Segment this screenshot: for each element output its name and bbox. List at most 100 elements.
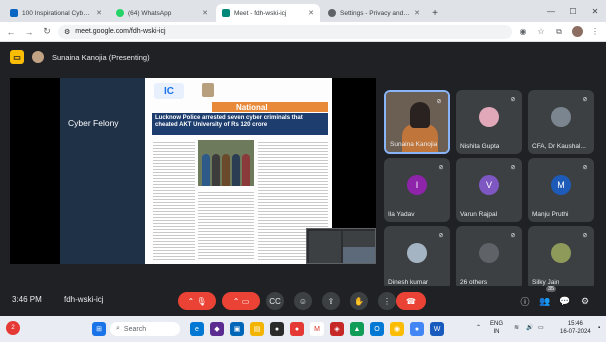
- self-view-overlay[interactable]: [306, 228, 376, 264]
- close-tab-icon[interactable]: ✕: [414, 9, 420, 17]
- app-icon[interactable]: ●: [410, 322, 424, 336]
- logo: IC: [154, 83, 184, 99]
- meeting-clock: 3:46 PM: [12, 295, 42, 304]
- minimize-icon[interactable]: —: [540, 0, 562, 22]
- raise-hand-icon: ✋: [354, 296, 364, 306]
- close-tab-icon[interactable]: ✕: [96, 9, 102, 17]
- chat-icon[interactable]: 💬: [558, 294, 572, 308]
- presenting-label: Sunaina Kanojia (Presenting): [52, 52, 150, 62]
- chevron-up-icon[interactable]: ⌃: [187, 297, 194, 306]
- browser-tab-2[interactable]: (64) WhatsApp ✕: [110, 4, 214, 22]
- close-tab-icon[interactable]: ✕: [308, 9, 314, 17]
- mic-off-icon: ⊘: [438, 164, 444, 171]
- chevron-up-icon[interactable]: ⌃: [233, 297, 240, 306]
- browser-tab-3[interactable]: Meet - fdh-wski-icj ✕: [216, 4, 320, 22]
- info-icon[interactable]: ⓘ: [518, 294, 532, 308]
- newspaper-clipping: IC National Lucknow Police arrested seve…: [150, 80, 330, 264]
- mic-off-icon: ⊘: [436, 98, 442, 105]
- participant-tile[interactable]: ⊘ Nishita Gupta: [456, 90, 522, 154]
- more-icon: ⋮: [383, 296, 391, 306]
- chrome-icon[interactable]: ◉: [390, 322, 404, 336]
- extension-icon[interactable]: ◉: [516, 25, 530, 39]
- camera-off-icon: ▭: [241, 296, 250, 306]
- emoji-button[interactable]: ☺: [294, 292, 312, 310]
- browser-tab-1[interactable]: 100 Inspirational Cybersecurit ✕: [4, 4, 108, 22]
- tab-title: (64) WhatsApp: [128, 9, 172, 17]
- participant-tile[interactable]: ⊘ Sunaina Kanojia: [384, 90, 450, 154]
- search-icon: ⌕: [116, 325, 120, 332]
- avatar: M: [551, 174, 571, 195]
- mic-off-icon: ⊘: [438, 232, 444, 239]
- edge-icon[interactable]: e: [190, 322, 204, 336]
- battery-icon[interactable]: ▭: [538, 324, 544, 332]
- site-info-icon[interactable]: ⚙: [64, 28, 70, 36]
- more-options-button[interactable]: ⋮: [378, 292, 396, 310]
- people-icon[interactable]: 👥: [538, 294, 552, 308]
- wifi-icon[interactable]: ≋: [514, 324, 519, 332]
- presentation-icon: ▭: [10, 50, 24, 64]
- raise-hand-button[interactable]: ✋: [350, 292, 368, 310]
- volume-icon[interactable]: 🔊: [526, 324, 533, 332]
- presenting-bar: ▭ Sunaina Kanojia (Presenting): [0, 42, 606, 72]
- present-button[interactable]: ⇪: [322, 292, 340, 310]
- participant-tile[interactable]: ⊘ 26 others: [456, 226, 522, 290]
- tab-title: 100 Inspirational Cybersecurit: [22, 9, 93, 17]
- language-region: IN: [493, 329, 500, 335]
- mic-off-icon: ⊘: [582, 232, 588, 239]
- participant-tile[interactable]: ⊘ Silky Jain: [528, 226, 594, 290]
- forward-icon[interactable]: →: [22, 25, 36, 39]
- close-window-icon[interactable]: ✕: [584, 0, 606, 22]
- presentation-stage[interactable]: Cyber Felony IC National Lucknow Police …: [10, 78, 376, 264]
- participant-tile[interactable]: ⊘ Dinesh kumar: [384, 226, 450, 290]
- browser-tab-4[interactable]: Settings - Privacy and security ✕: [322, 4, 426, 22]
- gmail-icon[interactable]: M: [310, 322, 324, 336]
- browser-menu-icon[interactable]: ⋮: [588, 25, 602, 39]
- camera-toggle-button[interactable]: ⌃ ▭: [222, 292, 260, 310]
- security-icon[interactable]: ◈: [330, 322, 344, 336]
- linkedin-icon: [10, 9, 18, 17]
- start-icon[interactable]: ⊞: [92, 322, 106, 336]
- word-icon[interactable]: W: [430, 322, 444, 336]
- close-tab-icon[interactable]: ✕: [202, 9, 208, 17]
- avatar: I: [407, 174, 427, 195]
- taskbar-search[interactable]: ⌕ Search: [110, 322, 180, 336]
- file-explorer-icon[interactable]: ▤: [250, 322, 264, 336]
- extensions-icon[interactable]: ⧉: [552, 25, 566, 39]
- outlook-icon[interactable]: O: [370, 322, 384, 336]
- widget-icon[interactable]: ◆: [210, 322, 224, 336]
- windows-taskbar: 2 ⊞ ⌕ Search e ◆ ▣ ▤ ● ● M ◈ ▲ O ◉ ● W ⌃…: [0, 316, 606, 342]
- reload-icon[interactable]: ↻: [40, 25, 54, 39]
- system-clock[interactable]: 15:46 16-07-2024: [560, 320, 591, 336]
- bookmark-icon[interactable]: ☆: [534, 25, 548, 39]
- mic-toggle-button[interactable]: ⌃ 🎙: [178, 292, 216, 310]
- captions-button[interactable]: CC: [266, 292, 284, 310]
- participant-tile[interactable]: I ⊘ Ila Yadav: [384, 158, 450, 222]
- new-tab-button[interactable]: +: [428, 4, 442, 22]
- store-icon[interactable]: ▣: [230, 322, 244, 336]
- activities-icon[interactable]: ⚙: [578, 294, 592, 308]
- captions-icon: CC: [269, 296, 281, 306]
- slide-sidebar: Cyber Felony: [60, 78, 145, 264]
- notification-badge[interactable]: 2: [6, 321, 20, 335]
- participant-tile[interactable]: V ⊘ Varun Rajpal: [456, 158, 522, 222]
- mic-off-icon: ⊘: [510, 232, 516, 239]
- participant-name: Varun Rajpal: [460, 211, 498, 218]
- participant-tile[interactable]: M ⊘ Manju Pruthi: [528, 158, 594, 222]
- address-bar[interactable]: ⚙ meet.google.com/fdh-wski-icj: [58, 24, 512, 39]
- tray-chevron-icon[interactable]: ⌃: [476, 324, 481, 332]
- profile-avatar[interactable]: [570, 25, 584, 39]
- leave-call-button[interactable]: ☎: [396, 292, 426, 310]
- app-icon[interactable]: ●: [290, 322, 304, 336]
- back-icon[interactable]: ←: [4, 25, 18, 39]
- teams-icon[interactable]: ▲: [350, 322, 364, 336]
- mic-off-icon: ⊘: [510, 164, 516, 171]
- maximize-icon[interactable]: ☐: [562, 0, 584, 22]
- app-icon[interactable]: ●: [270, 322, 284, 336]
- notifications-icon[interactable]: ▪: [598, 324, 600, 332]
- emoji-icon: ☺: [298, 296, 308, 306]
- participant-name: 26 others: [460, 279, 488, 286]
- language-indicator[interactable]: ENG IN: [490, 320, 503, 336]
- emblem: [202, 83, 214, 97]
- participant-tile[interactable]: ⊘ CFA, Dr Kaushal...: [528, 90, 594, 154]
- avatar: [479, 106, 499, 127]
